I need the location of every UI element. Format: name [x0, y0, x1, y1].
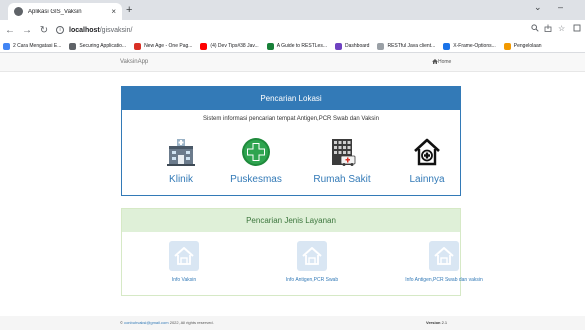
app-navbar: VaksinApp Home	[0, 53, 585, 72]
bookmark-favicon-icon	[3, 42, 10, 50]
page-footer: © conbuhvaksi@gmail.com 2022, All rights…	[0, 316, 585, 330]
bookmark-favicon-icon	[200, 42, 208, 50]
bookmark-label: X-Frame-Options...	[453, 43, 496, 49]
layanan-info-antigen-pcr-vaksin[interactable]: Info Antigen,PCR Swab dan vaksin	[384, 241, 504, 283]
lokasi-puskesmas-label: Puskesmas	[230, 174, 282, 185]
tab-search-chevron-icon[interactable]: ⌄	[534, 2, 542, 13]
layanan-info-vaksin-label: Info Vaksin	[171, 277, 197, 283]
bookmark-item[interactable]: RESTful Java client...	[377, 42, 436, 50]
browser-tab[interactable]: Aplikasi GIS_Vaksin ×	[8, 3, 122, 20]
bookmark-favicon-icon	[443, 42, 451, 50]
bookmark-item[interactable]: (4) Dev Tips#38 Jav...	[200, 42, 259, 50]
reload-icon[interactable]: ↻	[37, 25, 51, 36]
lokasi-subtitle: Sistem informasi pencarian tempat Antige…	[203, 116, 379, 122]
bookmark-label: (4) Dev Tips#38 Jav...	[210, 43, 259, 49]
bookmark-label: Securing Applicatio...	[79, 43, 127, 49]
bookmark-item[interactable]: Securing Applicatio...	[69, 42, 127, 50]
zoom-magnifier-icon[interactable]	[531, 24, 539, 34]
medical-cross-icon	[241, 137, 271, 167]
hospital-ambulance-icon	[327, 137, 357, 167]
lokasi-klinik-label: Klinik	[169, 174, 193, 185]
bookmark-item[interactable]: Dashboard	[335, 42, 370, 50]
bookmark-favicon-icon	[134, 42, 142, 50]
tab-title: Aplikasi GIS_Vaksin	[28, 8, 82, 15]
bookmark-favicon-icon	[69, 42, 77, 50]
version-label: Version	[426, 320, 441, 325]
bookmark-item[interactable]: A Guide to RESTLes...	[266, 42, 327, 50]
lokasi-rumah-sakit-label: Rumah Sakit	[313, 174, 371, 185]
lokasi-puskesmas[interactable]: Puskesmas	[216, 137, 296, 185]
brand-link[interactable]: VaksinApp	[120, 59, 148, 65]
lokasi-lainnya[interactable]: Lainnya	[387, 137, 467, 185]
address-bar[interactable]: i localhost /gisvaksin/	[56, 23, 526, 37]
bookmark-item[interactable]: Pengelolaan	[503, 42, 542, 50]
layanan-info-antigen-pcr-vaksin-label: Info Antigen,PCR Swab dan vaksin	[405, 277, 483, 283]
home-icon	[297, 241, 327, 271]
home-icon	[169, 241, 199, 271]
site-info-icon[interactable]: i	[56, 26, 64, 34]
footer-copyright: © conbuhvaksi@gmail.com 2022, All rights…	[120, 320, 214, 325]
tab-close-icon[interactable]: ×	[111, 7, 116, 16]
bookmark-favicon-icon	[377, 42, 385, 50]
share-icon[interactable]	[544, 24, 552, 34]
url-host: localhost	[69, 26, 100, 34]
tab-favicon-icon	[14, 7, 23, 16]
panel-pencarian-layanan: Pencarian Jenis Layanan Info Vaksin Info…	[121, 208, 483, 296]
copyright-symbol: ©	[120, 320, 123, 325]
hospital-building-icon	[166, 137, 196, 167]
version-value: 2.1	[441, 320, 448, 325]
bookmark-label: 2 Cara Mengatasi E...	[13, 43, 62, 49]
layanan-heading: Pencarian Jenis Layanan	[122, 209, 460, 232]
house-medical-icon	[412, 137, 442, 167]
bookmark-star-icon[interactable]: ☆	[558, 24, 565, 33]
browser-tab-bar: Aplikasi GIS_Vaksin × + ⌄ –	[0, 0, 585, 20]
home-link-label: Home	[438, 59, 452, 65]
layanan-info-antigen-pcr[interactable]: Info Antigen,PCR Swab	[267, 241, 357, 283]
home-link[interactable]: Home	[432, 59, 451, 65]
new-tab-button[interactable]: +	[126, 3, 132, 17]
bookmark-label: Pengelolaan	[513, 43, 542, 49]
bookmark-favicon-icon	[335, 42, 342, 50]
panel-pencarian-lokasi: Pencarian Lokasi Sistem informasi pencar…	[121, 86, 461, 196]
footer-version: Version 2.1	[426, 320, 447, 325]
copyright-text: 2022, All rights reserved.	[169, 320, 214, 325]
bookmark-item[interactable]: X-Frame-Options...	[443, 42, 496, 50]
layanan-info-vaksin[interactable]: Info Vaksin	[154, 241, 214, 283]
footer-email-link[interactable]: conbuhvaksi@gmail.com	[124, 320, 169, 325]
lokasi-klinik[interactable]: Klinik	[141, 137, 221, 185]
lokasi-lainnya-label: Lainnya	[409, 174, 445, 185]
layanan-info-antigen-pcr-label: Info Antigen,PCR Swab	[285, 277, 339, 283]
extensions-icon[interactable]	[573, 24, 581, 34]
browser-toolbar: ← → ↻ i localhost /gisvaksin/ ☆	[0, 20, 585, 40]
bookmark-favicon-icon	[266, 42, 274, 50]
minimize-icon[interactable]: –	[558, 2, 563, 12]
lokasi-heading: Pencarian Lokasi	[122, 87, 460, 110]
home-icon	[429, 241, 459, 271]
bookmark-label: Dashboard	[345, 43, 370, 49]
bookmark-label: A Guide to RESTLes...	[276, 43, 327, 49]
back-arrow-icon[interactable]: ←	[3, 25, 17, 36]
bookmark-item[interactable]: New Age - One Pag...	[134, 42, 193, 50]
url-path: /gisvaksin/	[99, 26, 133, 34]
bookmarks-bar: 2 Cara Mengatasi E... Securing Applicatio…	[0, 40, 585, 53]
bookmark-item[interactable]: 2 Cara Mengatasi E...	[3, 42, 62, 50]
bookmark-favicon-icon	[503, 42, 511, 50]
lokasi-rumah-sakit[interactable]: Rumah Sakit	[302, 137, 382, 185]
bookmark-label: New Age - One Pag...	[144, 43, 193, 49]
bookmark-label: RESTful Java client...	[387, 43, 436, 49]
forward-arrow-icon[interactable]: →	[20, 25, 34, 36]
